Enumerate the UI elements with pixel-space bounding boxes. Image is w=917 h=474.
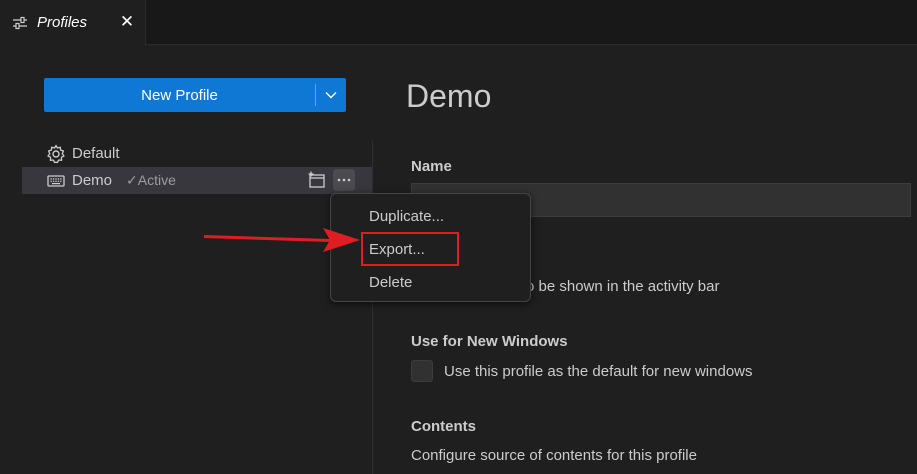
new-window-icon xyxy=(308,171,325,188)
gear-icon xyxy=(47,144,65,164)
new-windows-heading: Use for New Windows xyxy=(411,333,568,350)
new-windows-description: Use this profile as the default for new … xyxy=(444,363,753,380)
keyboard-icon xyxy=(47,175,65,187)
tab-profiles[interactable]: Profiles ✕ xyxy=(0,0,146,45)
pane-divider xyxy=(372,140,373,474)
tab-label: Profiles xyxy=(37,14,88,31)
ellipsis-icon xyxy=(337,178,351,182)
annotation-arrow-icon xyxy=(204,228,360,252)
active-status: ✓Active xyxy=(126,172,176,188)
profile-title: Demo xyxy=(406,78,492,114)
new-profile-button[interactable]: New Profile xyxy=(44,78,315,112)
contents-heading: Contents xyxy=(411,418,476,435)
close-icon[interactable]: ✕ xyxy=(118,12,136,31)
contents-description: Configure source of contents for this pr… xyxy=(411,447,697,464)
profile-label: Default xyxy=(72,145,120,162)
editor-tab-bar: Profiles ✕ xyxy=(0,0,917,45)
settings-sliders-icon xyxy=(13,16,27,30)
chevron-down-icon xyxy=(325,92,337,99)
more-actions-button[interactable] xyxy=(333,169,355,191)
new-window-button[interactable] xyxy=(306,169,328,191)
icon-description: o be shown in the activity bar xyxy=(526,278,720,295)
menu-item-delete[interactable]: Delete xyxy=(369,274,412,291)
use-for-new-windows-checkbox[interactable] xyxy=(411,360,433,382)
new-profile-split-button: New Profile xyxy=(44,78,346,112)
name-heading: Name xyxy=(411,158,452,175)
profile-item-demo[interactable]: Demo ✓Active xyxy=(22,167,372,194)
profiles-list: Default Demo ✓Active xyxy=(22,140,372,194)
profile-label: Demo xyxy=(72,172,113,189)
profile-item-default[interactable]: Default xyxy=(22,140,372,167)
new-profile-dropdown-button[interactable] xyxy=(316,78,346,112)
annotation-highlight-box xyxy=(361,232,459,266)
menu-item-duplicate[interactable]: Duplicate... xyxy=(369,208,444,225)
